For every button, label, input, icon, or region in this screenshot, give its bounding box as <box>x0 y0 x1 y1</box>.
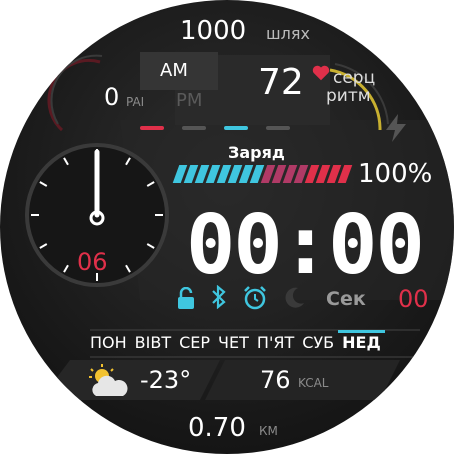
partly-cloudy-icon <box>89 364 128 396</box>
steps-value: 1000 <box>180 16 247 46</box>
distance-value: 0.70 <box>188 413 246 443</box>
alarm-icon <box>244 286 266 310</box>
pm-label: PM <box>176 90 203 111</box>
weekday-6: НЕД <box>338 330 385 354</box>
calories-value: 76 <box>260 366 291 394</box>
battery-label: Заряд <box>228 143 285 162</box>
battery-bar <box>172 163 356 185</box>
weekday-4: П'ЯТ <box>256 333 295 352</box>
digital-time: 00:00 <box>186 198 425 293</box>
battery-percent: 100% <box>358 159 433 189</box>
steps-unit: шлях <box>266 24 310 43</box>
heart-label-2: ритм <box>326 86 371 106</box>
calories-unit: KCAL <box>298 376 329 390</box>
distance-unit: КМ <box>259 424 278 438</box>
heart-icon <box>312 65 330 81</box>
temperature: -23° <box>140 366 192 394</box>
subdial-value: 06 <box>77 248 108 276</box>
heart-label-1: серц <box>333 68 376 88</box>
pai-value: 0 <box>104 83 120 111</box>
weekday-row: ПОН ВІВТ СЕР ЧЕТ П'ЯТ СУБ НЕД <box>86 330 385 354</box>
lock-icon <box>178 287 194 309</box>
watch-face: 1000 шлях 0 PAI AM PM 72 серц ритм 06 За… <box>0 0 454 454</box>
weekday-1: ВІВТ <box>134 333 172 352</box>
heart-rate-value: 72 <box>258 62 304 103</box>
weekday-2: СЕР <box>179 333 211 352</box>
lightning-icon <box>386 114 406 142</box>
seconds-label: Сек <box>326 288 366 310</box>
am-label: AM <box>160 60 188 81</box>
seconds-value: 00 <box>398 285 429 313</box>
weekday-3: ЧЕТ <box>218 333 249 352</box>
pai-unit: PAI <box>126 95 145 109</box>
analog-dial <box>25 143 169 287</box>
weekday-5: СУБ <box>302 333 335 352</box>
weekday-0: ПОН <box>90 333 127 352</box>
bluetooth-icon <box>212 285 226 309</box>
moon-icon <box>285 287 304 308</box>
